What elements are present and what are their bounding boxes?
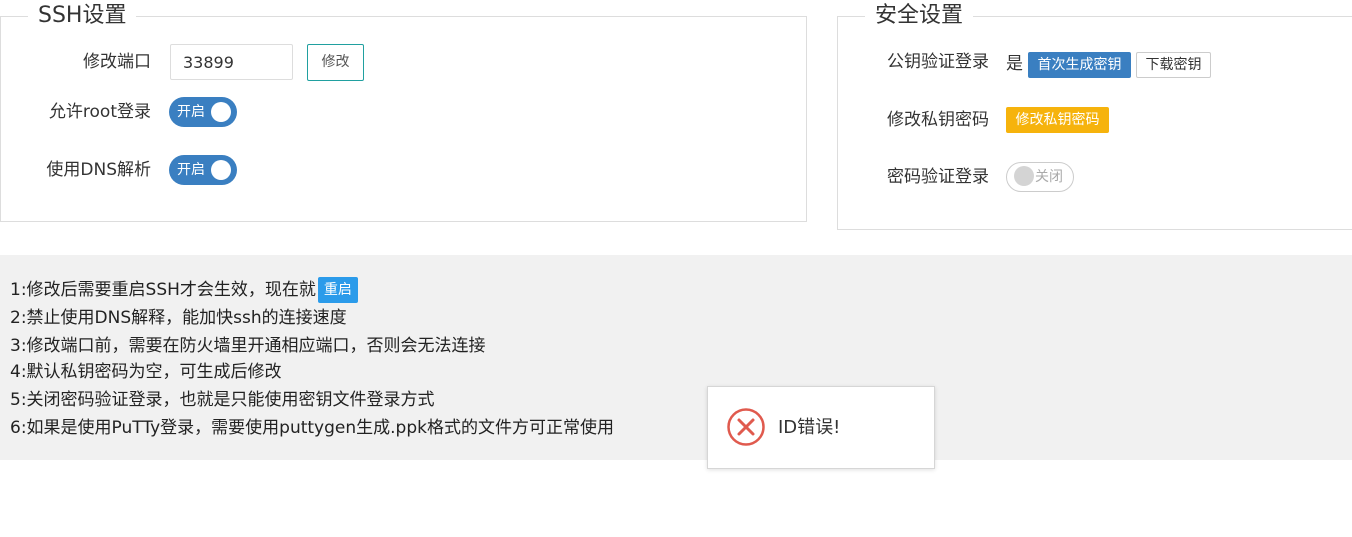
allow-root-toggle-label: 开启 [177, 104, 205, 120]
note-line-1-text: 1:修改后需要重启SSH才会生效，现在就 [10, 280, 316, 300]
pubkey-login-value: 是 [1006, 54, 1023, 74]
error-toast: ID错误! [707, 386, 935, 469]
error-circle-icon [726, 407, 766, 452]
security-settings-legend: 安全设置 [875, 3, 964, 28]
password-login-toggle[interactable]: 关闭 [1006, 162, 1074, 192]
port-input[interactable] [170, 44, 293, 80]
download-key-button[interactable]: 下载密钥 [1136, 52, 1211, 78]
generate-key-button[interactable]: 首次生成密钥 [1028, 52, 1131, 78]
note-line-5: 5:关闭密码验证登录，也就是只能使用密钥文件登录方式 [10, 390, 435, 410]
toggle-knob [1014, 166, 1034, 186]
allow-root-toggle[interactable]: 开启 [169, 97, 237, 127]
edit-port-button[interactable]: 修改 [307, 44, 364, 81]
use-dns-label: 使用DNS解析 [46, 160, 151, 180]
note-line-3: 3:修改端口前，需要在防火墙里开通相应端口，否则会无法连接 [10, 336, 486, 356]
port-label: 修改端口 [83, 52, 151, 72]
allow-root-label: 允许root登录 [48, 102, 151, 122]
use-dns-toggle[interactable]: 开启 [169, 155, 237, 185]
change-private-key-password-button[interactable]: 修改私钥密码 [1006, 107, 1109, 133]
note-line-6: 6:如果是使用PuTTy登录，需要使用puttygen生成.ppk格式的文件方可… [10, 418, 614, 438]
use-dns-toggle-label: 开启 [177, 162, 205, 178]
password-login-label: 密码验证登录 [887, 167, 989, 187]
toggle-knob [211, 102, 231, 122]
ssh-settings-legend: SSH设置 [38, 3, 127, 28]
password-login-toggle-label: 关闭 [1035, 169, 1063, 185]
note-line-2: 2:禁止使用DNS解释，能加快ssh的连接速度 [10, 308, 347, 328]
note-line-1: 1:修改后需要重启SSH才会生效，现在就 重启 [10, 277, 358, 303]
pubkey-login-label: 公钥验证登录 [887, 52, 989, 72]
toggle-knob [211, 160, 231, 180]
restart-ssh-button[interactable]: 重启 [317, 277, 358, 303]
notes-panel: 1:修改后需要重启SSH才会生效，现在就 重启 2:禁止使用DNS解释，能加快ss… [0, 255, 1352, 460]
private-key-password-label: 修改私钥密码 [887, 110, 989, 130]
note-line-4: 4:默认私钥密码为空，可生成后修改 [10, 362, 282, 382]
error-toast-message: ID错误! [778, 417, 841, 438]
